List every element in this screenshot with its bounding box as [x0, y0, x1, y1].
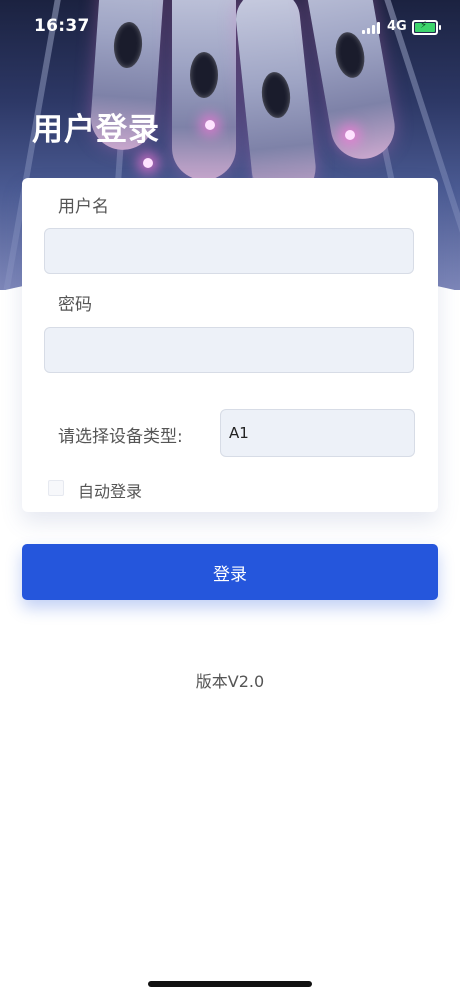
auto-login-checkbox[interactable]	[48, 480, 64, 496]
password-input[interactable]	[44, 327, 414, 373]
train-headlight	[345, 130, 355, 140]
battery-charging-icon: ⚡	[412, 20, 441, 35]
username-label: 用户名	[58, 197, 109, 217]
train-headlight	[143, 158, 153, 168]
password-label: 密码	[58, 295, 92, 315]
auto-login-label[interactable]: 自动登录	[78, 478, 142, 502]
network-type: 4G	[387, 19, 407, 34]
login-button[interactable]: 登录	[22, 544, 438, 600]
version-text: 版本V2.0	[195, 672, 265, 691]
username-input[interactable]	[44, 228, 414, 274]
page-title: 用户登录	[32, 112, 160, 148]
device-type-select[interactable]: A1	[220, 409, 415, 457]
home-indicator[interactable]	[148, 981, 312, 987]
device-type-label: 请选择设备类型:	[58, 427, 183, 447]
train-headlight	[205, 120, 215, 130]
signal-icon	[362, 22, 382, 34]
status-bar: 16:37 4G ⚡	[0, 0, 460, 56]
status-time: 16:37	[34, 16, 90, 36]
login-form-card: 用户名 密码 请选择设备类型: A1 自动登录	[22, 178, 438, 512]
